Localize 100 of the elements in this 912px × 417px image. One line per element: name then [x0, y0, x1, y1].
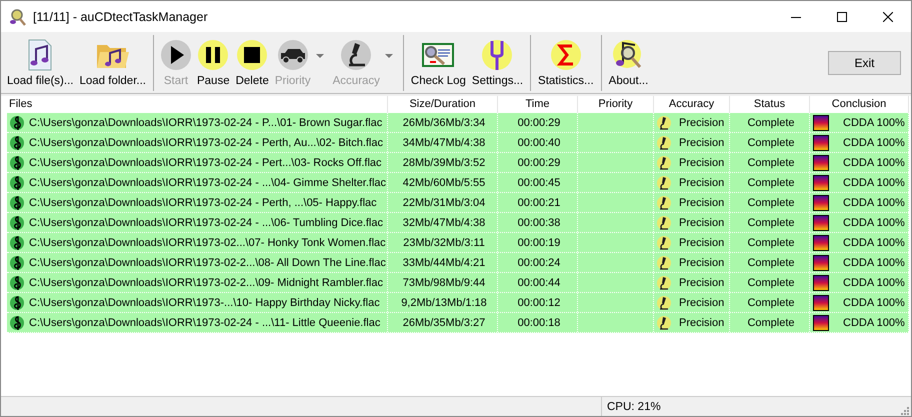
accuracy-value: Precision — [679, 176, 724, 188]
music-file-icon — [27, 38, 54, 70]
spectrum-icon — [813, 134, 829, 150]
file-path: C:\Users\gonza\Downloads\IORR\1973-02-24 - ...\11- Little Queenie.flac — [29, 316, 380, 328]
table-cell: 00:00:19 — [518, 236, 560, 248]
table-cell: 00:00:40 — [518, 136, 560, 148]
microscope-icon — [657, 254, 671, 270]
microscope-icon — [657, 174, 671, 190]
microscope-icon — [657, 274, 671, 290]
table-cell: Complete — [747, 296, 795, 308]
table-cell: 28Mb/39Mb/3:52 — [402, 156, 486, 168]
accuracy-value: Precision — [679, 116, 724, 128]
table-cell: 00:00:45 — [518, 176, 560, 188]
microscope-icon — [657, 294, 671, 310]
microscope-icon — [657, 214, 671, 230]
dropdown-arrow-icon[interactable] — [384, 54, 393, 58]
dropdown-arrow-icon[interactable] — [316, 54, 324, 58]
microscope-icon — [657, 114, 671, 130]
conclusion-value: CDDA 100% — [843, 256, 905, 268]
file-path: C:\Users\gonza\Downloads\IORR\1973-02-24 - Perth, ...\05- Happy.flac — [29, 196, 377, 208]
table-cell: 9,2Mb/13Mb/1:18 — [401, 296, 487, 308]
toolbar-button[interactable]: Check Log — [408, 36, 469, 88]
toolbar-button[interactable]: Delete — [232, 36, 272, 88]
sigma-icon — [550, 40, 581, 70]
stop-icon — [237, 40, 268, 70]
table-cell: 00:00:18 — [518, 316, 560, 328]
conclusion-value: CDDA 100% — [843, 216, 905, 228]
table-cell: 33Mb/44Mb/4:21 — [402, 256, 486, 268]
close-icon[interactable] — [883, 12, 893, 22]
resize-grip-icon[interactable] — [901, 406, 909, 414]
toolbar-button[interactable]: Settings... — [468, 36, 526, 88]
toolbar-button[interactable]: Load file(s)... — [4, 36, 76, 88]
toolbar-button[interactable]: Pause — [194, 36, 233, 88]
file-path: C:\Users\gonza\Downloads\IORR\1973-...\10- Happy Birthday Nicky.flac — [29, 296, 380, 308]
toolbar-button[interactable]: About... — [606, 36, 652, 88]
accuracy-value: Precision — [679, 196, 724, 208]
file-path: C:\Users\gonza\Downloads\IORR\1973-02...\07- Honky Tonk Women.flac — [29, 236, 386, 248]
log-magnifier-icon — [422, 42, 454, 68]
play-icon — [160, 40, 191, 70]
table-cell: 23Mb/32Mb/3:11 — [403, 236, 485, 248]
conclusion-value: CDDA 100% — [843, 316, 905, 328]
microscope-icon — [657, 314, 671, 330]
conclusion-value: CDDA 100% — [843, 236, 905, 248]
microscope-icon — [657, 154, 671, 170]
spectrum-icon — [813, 294, 829, 310]
table-cell: Complete — [747, 116, 795, 128]
maximize-icon[interactable] — [837, 12, 847, 22]
spectrum-icon — [813, 214, 829, 230]
conclusion-value: CDDA 100% — [843, 136, 905, 148]
window-title: [11/11] - auCDtectTaskManager — [33, 10, 208, 24]
accuracy-value: Precision — [679, 236, 724, 248]
table-cell: Complete — [747, 316, 795, 328]
spectrum-icon — [813, 114, 829, 130]
file-path: C:\Users\gonza\Downloads\IORR\1973-02-2...\09- Midnight Rambler.flac — [29, 276, 383, 288]
spectrum-icon — [813, 254, 829, 270]
file-path: C:\Users\gonza\Downloads\IORR\1973-02-24 - Perth, Au...\02- Bitch.flac — [29, 136, 383, 148]
pause-icon — [198, 40, 228, 70]
spectrum-icon — [813, 154, 829, 170]
table-cell: 00:00:12 — [518, 296, 560, 308]
table-cell: 34Mb/47Mb/4:38 — [402, 136, 486, 148]
conclusion-value: CDDA 100% — [843, 156, 905, 168]
accuracy-value: Precision — [679, 276, 724, 288]
table-cell: 00:00:24 — [518, 256, 560, 268]
table-cell: Complete — [747, 256, 795, 268]
conclusion-value: CDDA 100% — [843, 116, 905, 128]
table-cell: Complete — [747, 216, 795, 228]
cpu-usage: CPU: 21% — [606, 400, 661, 412]
table-cell: Complete — [747, 236, 795, 248]
table-cell: Complete — [747, 156, 795, 168]
table-cell: 42Mb/60Mb/5:55 — [402, 176, 486, 188]
app-icon — [9, 8, 27, 26]
table-cell: 32Mb/47Mb/4:38 — [402, 216, 486, 228]
conclusion-value: CDDA 100% — [843, 176, 905, 188]
accuracy-value: Precision — [679, 216, 724, 228]
conclusion-value: CDDA 100% — [843, 296, 905, 308]
file-path: C:\Users\gonza\Downloads\IORR\1973-02-24 - ...\06- Tumbling Dice.flac — [29, 216, 383, 228]
toolbar-button[interactable]: Statistics... — [535, 36, 597, 88]
file-path: C:\Users\gonza\Downloads\IORR\1973-02-24 - P...\01- Brown Sugar.flac — [29, 116, 382, 128]
microscope-icon — [657, 194, 671, 210]
table-cell: 26Mb/35Mb/3:27 — [402, 316, 486, 328]
spectrum-icon — [813, 174, 829, 190]
table-cell: 00:00:29 — [518, 156, 560, 168]
accuracy-value: Precision — [679, 136, 724, 148]
exit-button[interactable]: Exit — [828, 50, 901, 74]
accuracy-value: Precision — [679, 316, 724, 328]
spectrum-icon — [813, 274, 829, 290]
table-cell: Complete — [747, 176, 795, 188]
spectrum-icon — [813, 314, 829, 330]
microscope-icon — [341, 40, 372, 70]
car-icon — [278, 40, 308, 70]
table-cell: 26Mb/36Mb/3:34 — [402, 116, 486, 128]
tuning-fork-icon — [482, 40, 512, 70]
table-cell: 00:00:21 — [518, 196, 560, 208]
table-cell: Complete — [747, 196, 795, 208]
conclusion-value: CDDA 100% — [843, 196, 905, 208]
file-path: C:\Users\gonza\Downloads\IORR\1973-02-24 - Pert...\03- Rocks Off.flac — [29, 156, 382, 168]
microscope-icon — [657, 134, 671, 150]
accuracy-value: Precision — [679, 256, 724, 268]
table-cell: 00:00:44 — [518, 276, 560, 288]
toolbar-button[interactable]: Load folder... — [76, 36, 149, 88]
